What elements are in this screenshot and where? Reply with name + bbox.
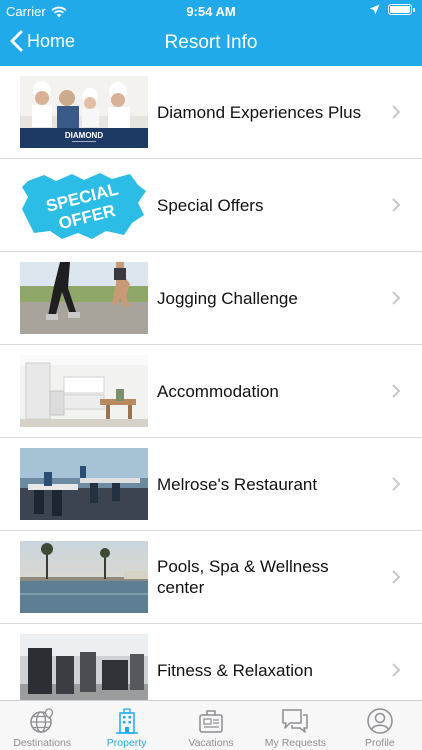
status-bar: Carrier 9:54 AM — [0, 0, 422, 22]
chevron-right-icon — [392, 570, 401, 584]
tab-bar: Destinations Property Vacations My Reque… — [0, 700, 422, 750]
chevron-right-icon — [392, 663, 401, 677]
list-item-special-offers[interactable]: SPECIAL OFFER Special Offers — [0, 159, 422, 252]
list-item-melroses-restaurant[interactable]: Melrose's Restaurant — [0, 438, 422, 531]
tab-label: Destinations — [13, 737, 72, 749]
tab-profile[interactable]: Profile — [338, 701, 422, 750]
page-title: Resort Info — [164, 32, 258, 53]
tab-property[interactable]: Property — [84, 701, 168, 750]
person-icon — [367, 708, 393, 734]
header: Carrier 9:54 AM Home Resort Info — [0, 0, 422, 66]
status-time: 9:54 AM — [186, 4, 236, 19]
tab-my-requests[interactable]: My Requests — [253, 701, 337, 750]
tab-label: Vacations — [188, 737, 234, 749]
diamond-logo-text: DIAMOND — [65, 131, 103, 140]
status-right — [369, 4, 415, 15]
nav-bar: Home Resort Info — [0, 22, 422, 66]
list-item-label: Accommodation — [157, 381, 279, 401]
list-item-label: Diamond Experiences Plus — [157, 102, 362, 122]
globe-pin-icon — [30, 708, 54, 733]
list-item-label: Special Offers — [157, 195, 264, 215]
tab-vacations[interactable]: Vacations — [169, 701, 253, 750]
list-item-pools-spa[interactable]: Pools, Spa & Wellness center — [0, 531, 422, 624]
diamond-experiences-image: DIAMOND — [20, 76, 148, 148]
tab-destinations[interactable]: Destinations — [0, 701, 84, 750]
chat-bubbles-icon — [282, 709, 309, 733]
chevron-right-icon — [392, 198, 401, 212]
chevron-right-icon — [392, 477, 401, 491]
building-icon — [115, 708, 138, 734]
restaurant-photo — [20, 448, 148, 520]
list-item-jogging-challenge[interactable]: Jogging Challenge — [0, 252, 422, 345]
resort-info-list: DIAMOND Diamond Experiences Plus SPECIAL… — [0, 66, 422, 700]
tab-label: Profile — [364, 737, 395, 749]
list-item-diamond-experiences[interactable]: DIAMOND Diamond Experiences Plus — [0, 66, 422, 159]
chevron-right-icon — [392, 291, 401, 305]
tab-label: My Requests — [264, 737, 327, 749]
fitness-photo — [20, 634, 148, 700]
pool-photo — [20, 541, 148, 613]
list-item-label: Pools, Spa & Wellness center — [157, 557, 329, 597]
special-offer-badge-image: SPECIAL OFFER — [20, 169, 148, 241]
chevron-right-icon — [392, 384, 401, 398]
list-item-fitness-relaxation[interactable]: Fitness & Relaxation — [0, 624, 422, 700]
list-item-label: Fitness & Relaxation — [157, 660, 313, 680]
list-item-label: Jogging Challenge — [157, 288, 298, 308]
location-arrow-icon — [369, 4, 380, 15]
list-item-label: Melrose's Restaurant — [157, 474, 318, 494]
chevron-right-icon — [392, 105, 401, 119]
battery-icon — [388, 4, 415, 15]
jogging-photo — [20, 262, 148, 334]
list-item-accommodation[interactable]: Accommodation — [0, 345, 422, 438]
accommodation-photo — [20, 355, 148, 427]
suitcase-icon — [199, 710, 223, 733]
tab-label: Property — [106, 737, 147, 749]
